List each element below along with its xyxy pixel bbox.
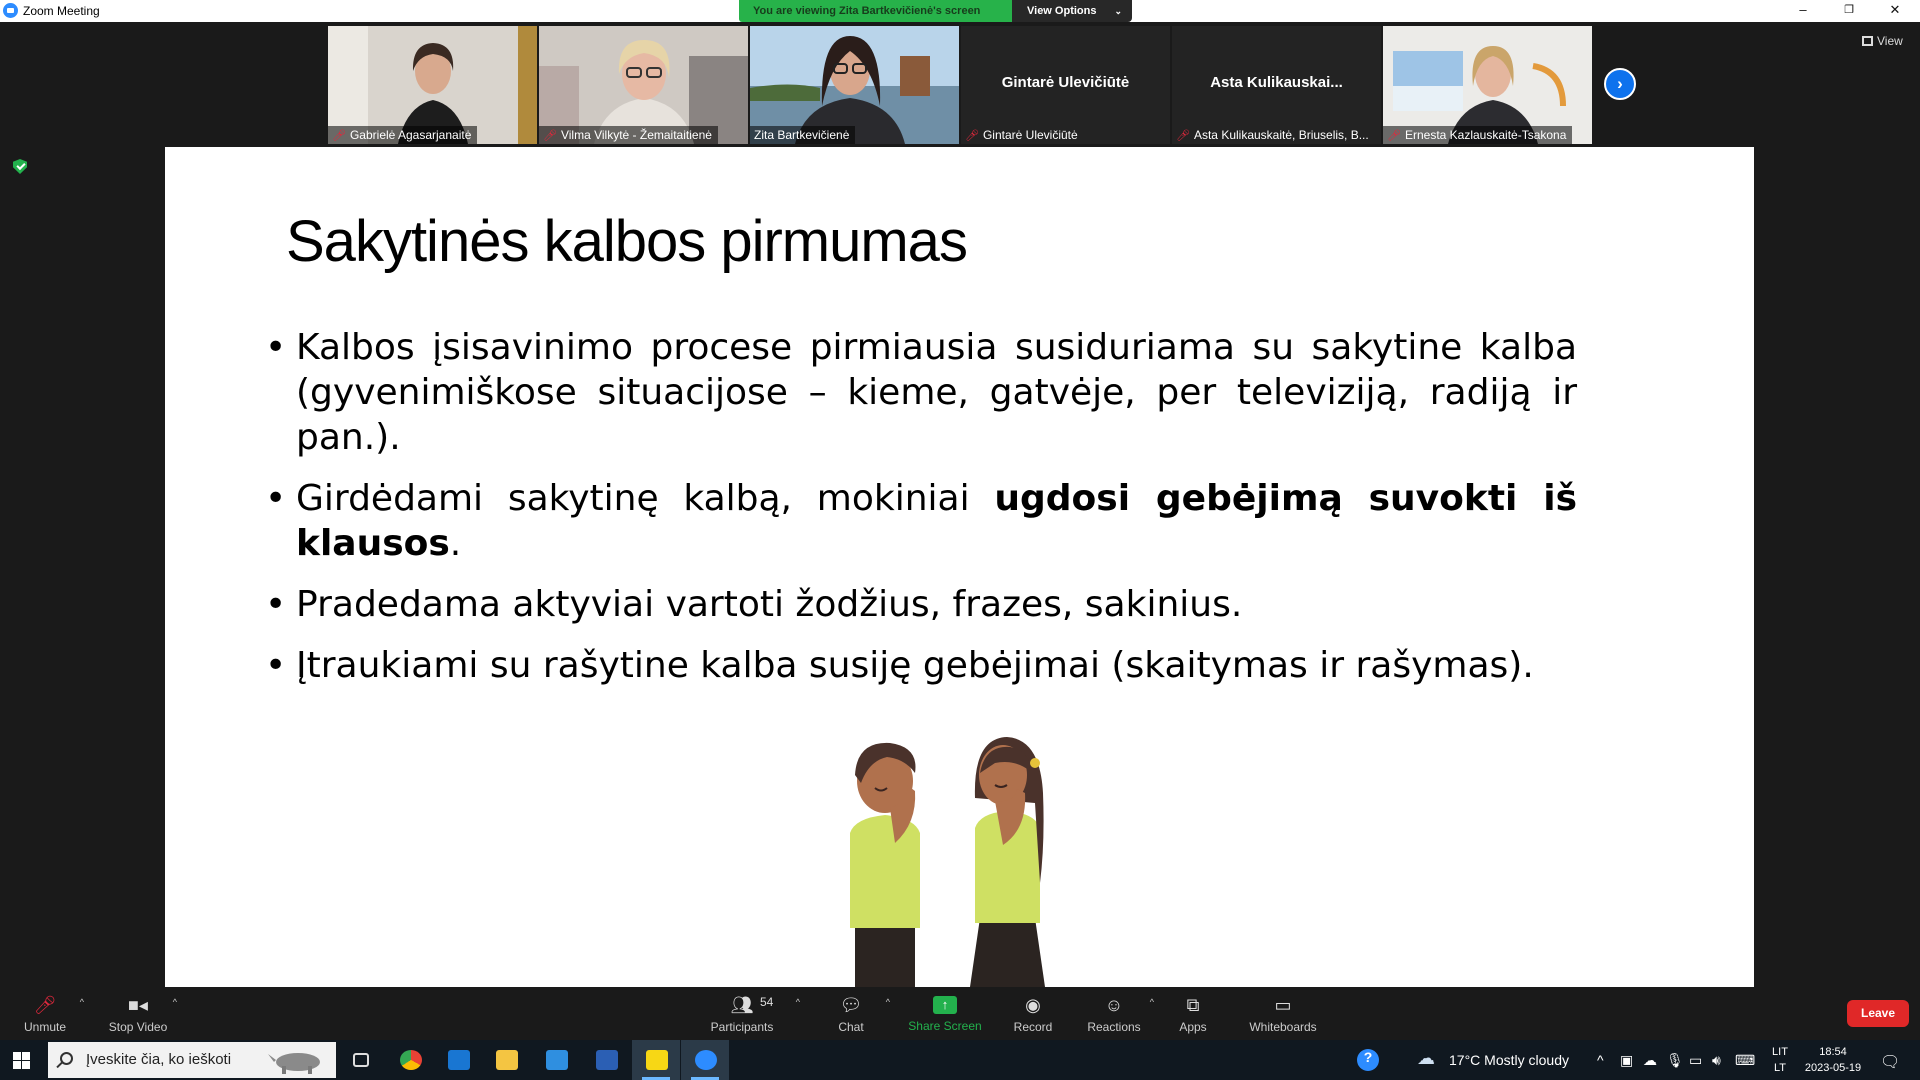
share-screen-button[interactable]: ↑ Share Screen (900, 987, 990, 1040)
chevron-up-icon[interactable]: ^ (1597, 1052, 1604, 1068)
video-tile[interactable]: 🎤︎ Gabrielė Agasarjanaitė (328, 26, 537, 144)
restore-button[interactable]: ❐ (1826, 0, 1872, 22)
meet-now-icon[interactable]: ▣ (1620, 1052, 1633, 1069)
slide-bullet-list: Kalbos įsisavinimo procese pirmiausia su… (265, 325, 1577, 704)
windows-taskbar: Įveskite čia, ko ieškoti ? ☁ 17°C Mostly… (0, 1040, 1920, 1080)
windows-start-icon[interactable] (13, 1052, 30, 1069)
muted-mic-icon: 🎤︎ (965, 130, 979, 142)
view-options-button[interactable]: View Options ⌄ (1012, 0, 1132, 22)
taskbar-search-box[interactable]: Įveskite čia, ko ieškoti (48, 1042, 336, 1078)
muted-mic-icon: 🎤︎ (1387, 130, 1401, 142)
task-view-icon[interactable] (336, 1040, 384, 1080)
search-icon (60, 1052, 73, 1065)
muted-mic-icon: 🎤︎ (543, 130, 557, 142)
reactions-button[interactable]: ☺ Reactions ^ (1068, 987, 1160, 1040)
slide-bullet: Kalbos įsisavinimo procese pirmiausia su… (265, 325, 1577, 460)
video-tile-no-video[interactable]: Asta Kulikauskai... 🎤︎ Asta Kulikauskaitė… (1172, 26, 1381, 144)
notifications-icon[interactable]: 🗨︎ (1880, 1052, 1900, 1072)
participant-display-name: Gintarė Ulevičiūtė (1001, 74, 1130, 91)
participant-name: 🎤︎ Ernesta Kazlauskaitė-Tsakona (1383, 126, 1573, 144)
meeting-toolbar: 🎤︎ Unmute ^ ■◂ Stop Video ^ 👥︎ Participa… (0, 987, 1920, 1040)
slide-bullet: Girdėdami sakytinę kalbą, mokiniai ugdos… (265, 476, 1577, 566)
apps-icon: ⧉ (1186, 995, 1200, 1015)
slide-bullet: Įtraukiami su rašytine kalba susiję gebė… (265, 643, 1577, 688)
keyboard-icon[interactable]: ⌨ (1735, 1052, 1755, 1069)
share-arrow-icon: ↑ (933, 996, 957, 1014)
help-icon[interactable]: ? (1357, 1049, 1379, 1071)
participants-button[interactable]: 👥︎ Participants (696, 987, 788, 1040)
participant-name: 🎤︎ Vilma Vilkytė - Žemaitaitienė (539, 126, 718, 144)
participant-name: Zita Bartkevičienė (750, 126, 856, 144)
muted-mic-icon: 🎤︎ (1176, 130, 1190, 142)
security-shield-icon[interactable] (13, 159, 27, 174)
muted-mic-icon: 🎤︎ (33, 995, 57, 1015)
participants-chevron-up-icon[interactable]: ^ (778, 987, 808, 1040)
battery-icon[interactable]: ▭ (1689, 1052, 1702, 1069)
apps-button[interactable]: ⧉ Apps (1148, 987, 1238, 1040)
volume-icon[interactable]: 🔊︎ (1712, 1052, 1721, 1069)
grid-view-icon (1862, 36, 1873, 46)
search-highlight-rhino-icon (268, 1053, 320, 1074)
video-tile[interactable]: 🎤︎ Vilma Vilkytė - Žemaitaitienė (539, 26, 748, 144)
chat-bubble-icon: 💬︎ (839, 995, 863, 1015)
video-tile-active-speaker[interactable]: Zita Bartkevičienė (750, 26, 959, 144)
video-tile[interactable]: 🎤︎ Ernesta Kazlauskaitė-Tsakona (1383, 26, 1592, 144)
leave-button[interactable]: Leave (1847, 1000, 1909, 1027)
chevron-up-icon[interactable]: ^ (80, 997, 84, 1007)
zoom-app: Zoom Meeting – ❐ ✕ You are viewing Zita … (0, 0, 1920, 1080)
participants-count: 54 (760, 995, 774, 1009)
chevron-up-icon[interactable]: ^ (886, 997, 890, 1007)
participant-display-name: Asta Kulikauskai... (1210, 74, 1343, 91)
window-title: Zoom Meeting (23, 4, 100, 18)
gallery-next-icon[interactable]: › (1604, 68, 1636, 100)
sticky-notes-icon[interactable] (632, 1040, 680, 1080)
input-language-indicator[interactable]: LIT LT (1770, 1044, 1790, 1076)
slide-bullet: Pradedama aktyviai vartoti žodžius, fraz… (265, 582, 1577, 627)
mail-icon[interactable] (532, 1040, 580, 1080)
stop-video-button[interactable]: ■◂ Stop Video ^ (93, 987, 183, 1040)
two-talking-kids-illustration (850, 737, 1045, 987)
participants-icon: 👥︎ (730, 995, 754, 1015)
shared-screen-slide: Sakytinės kalbos pirmumas Kalbos įsisavi… (165, 147, 1754, 987)
chat-button[interactable]: 💬︎ Chat ^ (806, 987, 896, 1040)
participant-name: 🎤︎ Asta Kulikauskaitė, Briuselis, B... (1172, 126, 1375, 144)
file-explorer-icon[interactable] (482, 1040, 530, 1080)
video-tile-no-video[interactable]: Gintarė Ulevičiūtė 🎤︎ Gintarė Ulevičiūtė (961, 26, 1170, 144)
close-button[interactable]: ✕ (1872, 0, 1918, 22)
zoom-logo-icon (3, 3, 18, 18)
record-button[interactable]: ◉ Record (988, 987, 1078, 1040)
minimize-button[interactable]: – (1780, 0, 1826, 22)
participant-name: 🎤︎ Gabrielė Agasarjanaitė (328, 126, 478, 144)
smiley-plus-icon: ☺ (1104, 995, 1124, 1015)
chevron-down-icon: ⌄ (1114, 6, 1122, 16)
system-clock[interactable]: 18:54 2023-05-19 (1803, 1044, 1863, 1076)
weather-status[interactable]: 17°C Mostly cloudy (1449, 1052, 1569, 1068)
whiteboard-icon: ▭ (1274, 995, 1292, 1015)
whiteboards-button[interactable]: ▭ Whiteboards (1238, 987, 1328, 1040)
screen-share-banner: You are viewing Zita Bartkevičienė's scr… (739, 0, 1012, 22)
view-options-label: View Options (1027, 5, 1097, 17)
zoom-taskbar-icon[interactable] (681, 1040, 729, 1080)
unmute-button[interactable]: 🎤︎ Unmute ^ (0, 987, 90, 1040)
microphone-icon[interactable]: 🎙︎ (1666, 1052, 1684, 1069)
participant-name: 🎤︎ Gintarė Ulevičiūtė (961, 126, 1084, 144)
video-camera-icon: ■◂ (128, 995, 148, 1015)
view-button[interactable]: View (1862, 34, 1903, 48)
slide-title: Sakytinės kalbos pirmumas (286, 209, 968, 274)
cloudy-weather-icon: ☁ (1417, 1048, 1435, 1068)
record-icon: ◉ (1025, 995, 1041, 1015)
word-icon[interactable] (582, 1040, 630, 1080)
store-icon[interactable] (434, 1040, 482, 1080)
chevron-up-icon[interactable]: ^ (173, 997, 177, 1007)
onedrive-cloud-icon[interactable]: ☁ (1643, 1052, 1657, 1069)
muted-mic-icon: 🎤︎ (332, 130, 346, 142)
video-gallery-strip: 🎤︎ Gabrielė Agasarjanaitė 🎤︎ Vilma Vilkytė… (328, 26, 1592, 144)
chrome-icon[interactable] (386, 1040, 434, 1080)
